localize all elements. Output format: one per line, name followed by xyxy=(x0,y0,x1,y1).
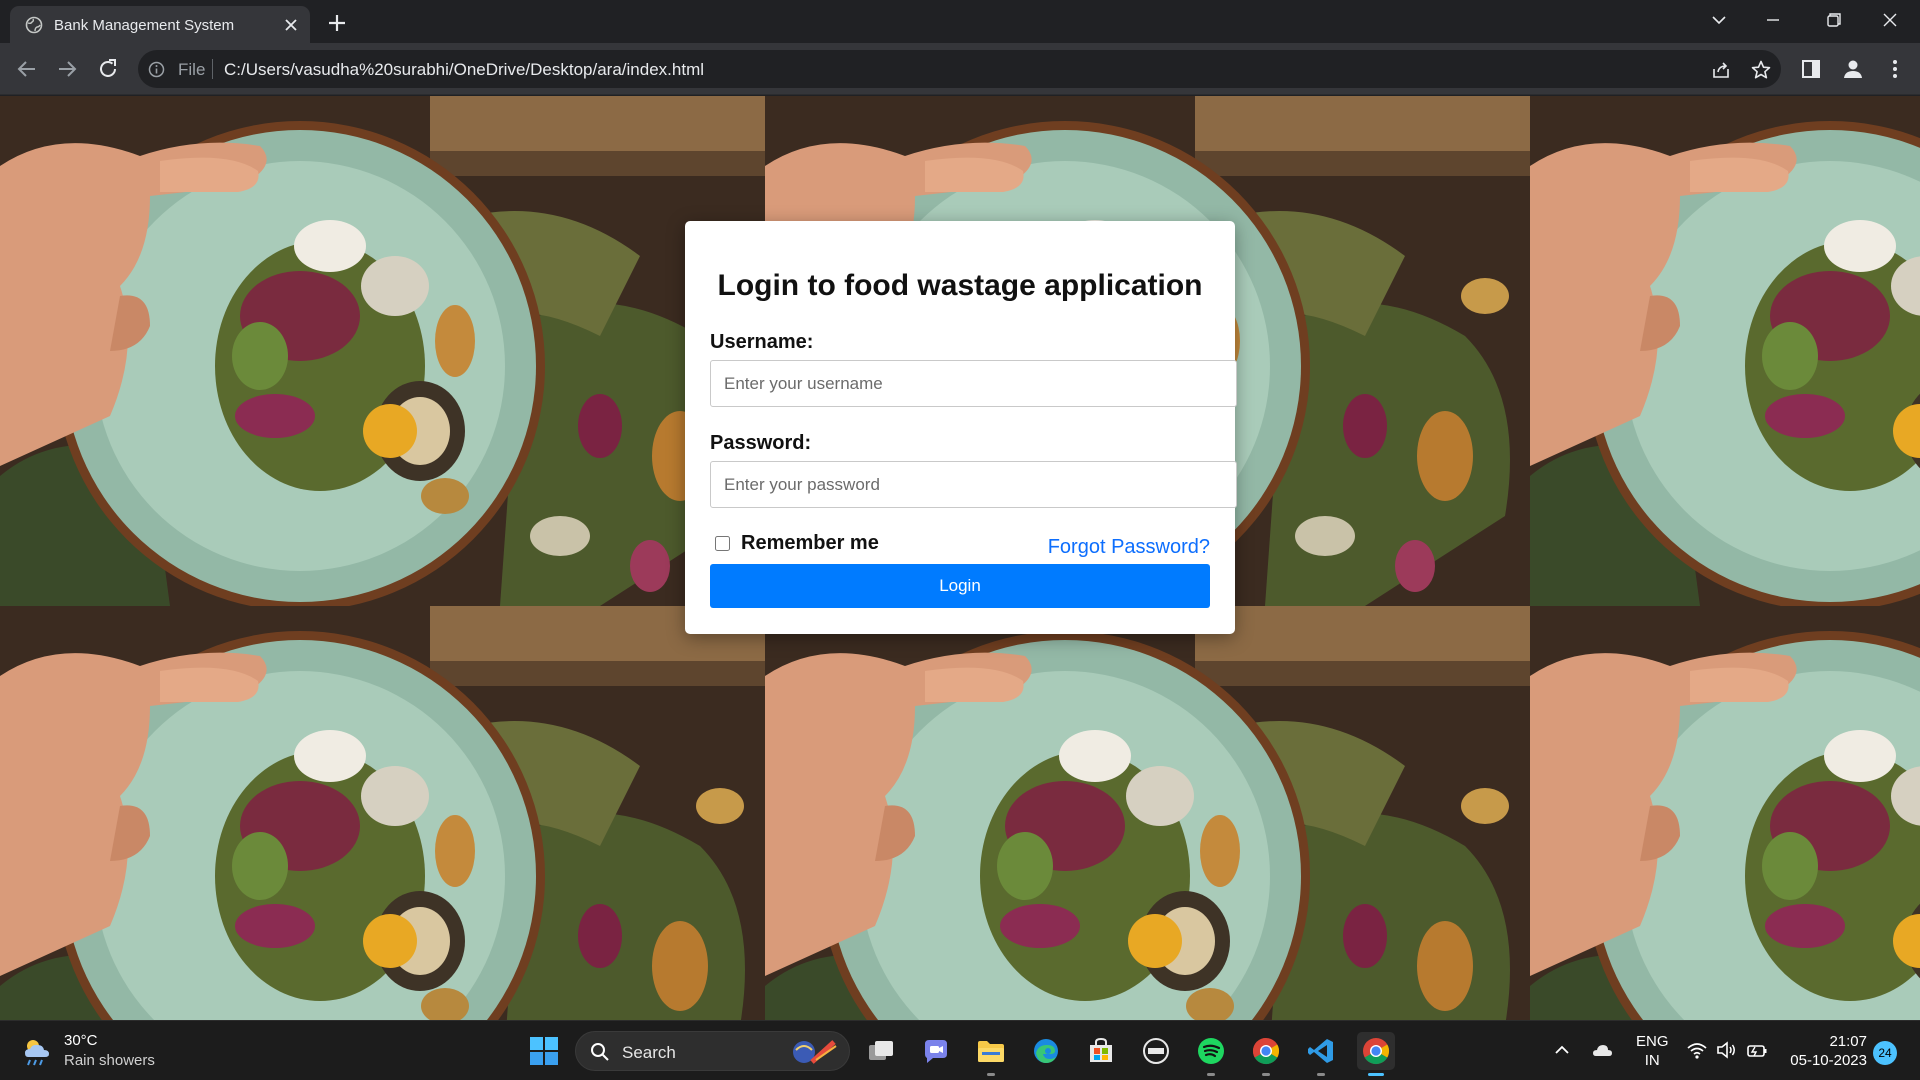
taskbar: 30°C Rain showers Search ENG IN 21:07 05… xyxy=(0,1020,1920,1080)
browser-tab[interactable]: Bank Management System xyxy=(10,6,310,43)
language-indicator[interactable]: ENG IN xyxy=(1636,1032,1669,1070)
dell-logo-icon xyxy=(1143,1038,1169,1064)
task-view-icon xyxy=(869,1041,893,1060)
url-text[interactable]: C:/Users/vasudha%20surabhi/OneDrive/Desk… xyxy=(224,60,704,80)
search-highlight-icon xyxy=(793,1040,837,1064)
side-panel-icon[interactable] xyxy=(1799,57,1823,81)
background-tile xyxy=(1530,606,1920,1020)
chrome-active-button[interactable] xyxy=(1357,1032,1395,1076)
restore-icon[interactable] xyxy=(1816,6,1850,34)
active-indicator xyxy=(1368,1073,1384,1076)
taskbar-search-box[interactable]: Search xyxy=(575,1031,850,1071)
battery-icon[interactable] xyxy=(1746,1039,1768,1061)
vscode-button[interactable] xyxy=(1302,1032,1340,1076)
start-button[interactable] xyxy=(525,1032,563,1070)
weather-description[interactable]: Rain showers xyxy=(64,1052,155,1069)
search-label: Search xyxy=(622,1043,676,1062)
browser-toolbar: File C:/Users/vasudha%20surabhi/OneDrive… xyxy=(0,43,1920,95)
back-arrow-icon[interactable] xyxy=(14,56,40,82)
new-tab-icon[interactable] xyxy=(325,11,349,35)
profile-icon[interactable] xyxy=(1841,57,1865,81)
folder-icon xyxy=(978,1041,1004,1062)
password-label: Password: xyxy=(710,432,812,454)
edge-button[interactable] xyxy=(1027,1032,1065,1070)
onedrive-cloud-icon[interactable] xyxy=(1591,1039,1613,1061)
search-icon xyxy=(591,1043,609,1061)
wifi-icon[interactable] xyxy=(1686,1039,1708,1061)
clock-date: 05-10-2023 xyxy=(1790,1052,1867,1069)
windows-logo-icon xyxy=(530,1037,558,1065)
close-window-icon[interactable] xyxy=(1873,6,1907,34)
globe-icon xyxy=(25,16,43,34)
url-scheme: File xyxy=(178,60,206,79)
background-tile xyxy=(0,96,765,606)
running-indicator xyxy=(1262,1073,1270,1076)
teams-chat-button[interactable] xyxy=(917,1032,955,1070)
login-card: Login to food wastage application Userna… xyxy=(685,221,1237,634)
chrome-icon xyxy=(1252,1037,1280,1065)
page-viewport: Login to food wastage application Userna… xyxy=(0,96,1920,1020)
edge-browser-icon xyxy=(1034,1039,1058,1063)
minimize-icon[interactable] xyxy=(1756,6,1790,34)
chevron-up-icon[interactable] xyxy=(1551,1039,1573,1061)
file-explorer-button[interactable] xyxy=(972,1032,1010,1076)
address-bar[interactable]: File C:/Users/vasudha%20surabhi/OneDrive… xyxy=(138,50,1781,88)
login-button[interactable]: Login xyxy=(710,564,1210,608)
task-view-button[interactable] xyxy=(862,1032,900,1070)
bookmark-star-icon[interactable] xyxy=(1750,59,1772,81)
spotify-icon xyxy=(1198,1038,1224,1064)
weather-rain-icon[interactable] xyxy=(20,1035,54,1067)
login-title: Login to food wastage application xyxy=(717,269,1203,302)
background-tile xyxy=(1530,96,1920,606)
chat-icon xyxy=(925,1040,947,1063)
dell-app-button[interactable] xyxy=(1137,1032,1175,1070)
spotify-button[interactable] xyxy=(1192,1032,1230,1076)
notification-badge[interactable]: 24 xyxy=(1873,1041,1897,1065)
remember-me-checkbox[interactable] xyxy=(715,536,730,551)
volume-icon[interactable] xyxy=(1715,1039,1737,1061)
close-icon[interactable] xyxy=(281,15,301,35)
password-input[interactable] xyxy=(710,461,1237,508)
running-indicator xyxy=(987,1073,995,1076)
running-indicator xyxy=(1207,1073,1215,1076)
language-code: ENG xyxy=(1636,1033,1669,1050)
reload-icon[interactable] xyxy=(95,56,121,82)
info-icon[interactable] xyxy=(148,61,165,78)
chrome-icon xyxy=(1363,1038,1390,1065)
region-code: IN xyxy=(1644,1052,1660,1069)
weather-temperature[interactable]: 30°C xyxy=(64,1032,98,1049)
system-clock[interactable]: 21:07 05-10-2023 xyxy=(1782,1032,1867,1070)
browser-tab-bar: Bank Management System xyxy=(0,0,1920,43)
username-label: Username: xyxy=(710,331,814,353)
background-tile xyxy=(765,606,1530,1020)
username-input[interactable] xyxy=(710,360,1237,407)
tab-search-icon[interactable] xyxy=(1702,6,1736,34)
clock-time: 21:07 xyxy=(1829,1033,1867,1050)
remember-me-label: Remember me xyxy=(741,532,879,554)
share-icon[interactable] xyxy=(1710,59,1732,81)
store-icon xyxy=(1090,1037,1112,1062)
vscode-icon xyxy=(1308,1039,1333,1063)
url-separator xyxy=(212,59,213,79)
more-menu-icon[interactable] xyxy=(1883,57,1907,81)
running-indicator xyxy=(1317,1073,1325,1076)
forgot-password-link[interactable]: Forgot Password? xyxy=(1048,536,1210,559)
tab-title: Bank Management System xyxy=(54,17,235,34)
forward-arrow-icon[interactable] xyxy=(54,56,80,82)
background-tile xyxy=(0,606,765,1020)
store-button[interactable] xyxy=(1082,1032,1120,1070)
chrome-button[interactable] xyxy=(1247,1032,1285,1076)
